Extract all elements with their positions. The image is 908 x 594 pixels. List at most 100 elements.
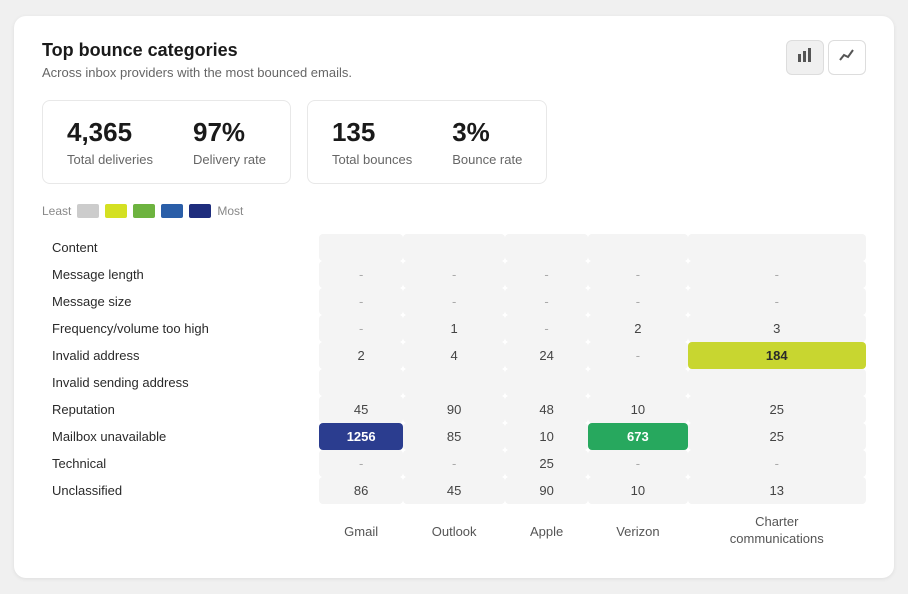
cell: - [588,288,687,315]
legend: Least Most [42,204,866,218]
legend-swatch-3 [133,204,155,218]
table-row: Frequency/volume too high - 1 - 2 3 [42,315,866,342]
footer-empty [42,504,319,554]
cell: 2 [588,315,687,342]
card-title: Top bounce categories [42,40,352,61]
table-row: Invalid sending address [42,369,866,396]
cell: - [319,261,403,288]
provider-charter: Chartercommunications [688,504,866,554]
cell: 90 [505,477,588,504]
cell: - [403,288,505,315]
chart-toggle-group [786,40,866,75]
cell: 2 [319,342,403,369]
table-footer-row: Gmail Outlook Apple Verizon Chartercommu… [42,504,866,554]
cell: 3 [688,315,866,342]
cell: - [319,288,403,315]
cell [319,234,403,261]
table-row: Invalid address 2 4 24 - 184 [42,342,866,369]
cell-invalid-address-charter: 184 [688,342,866,369]
row-label: Invalid address [42,342,319,369]
bar-chart-button[interactable] [786,40,824,75]
cell: - [505,315,588,342]
cell: - [688,261,866,288]
stat-box-right: 135 Total bounces 3% Bounce rate [307,100,547,184]
delivery-rate-value: 97% [193,117,266,148]
provider-apple: Apple [505,504,588,554]
cell: 25 [688,396,866,423]
cell: - [505,261,588,288]
row-label: Technical [42,450,319,477]
table-row: Technical - - 25 - - [42,450,866,477]
cell: 24 [505,342,588,369]
line-chart-button[interactable] [828,40,866,75]
stat-group-left: 4,365 Total deliveries 97% Delivery rate [67,117,266,167]
cell: 10 [505,423,588,450]
table-row: Mailbox unavailable 1256 85 10 673 25 [42,423,866,450]
cell: 13 [688,477,866,504]
cell [688,234,866,261]
row-label: Mailbox unavailable [42,423,319,450]
legend-most-label: Most [217,204,243,218]
cell [403,369,505,396]
cell: 25 [505,450,588,477]
row-label: Message size [42,288,319,315]
cell: 1 [403,315,505,342]
cell: 90 [403,396,505,423]
legend-swatch-4 [161,204,183,218]
cell [688,369,866,396]
stat-group-right: 135 Total bounces 3% Bounce rate [332,117,522,167]
total-bounces-stat: 135 Total bounces [332,117,412,167]
cell: - [319,450,403,477]
row-label: Frequency/volume too high [42,315,319,342]
table-row: Message size - - - - - [42,288,866,315]
table-row: Message length - - - - - [42,261,866,288]
bounce-rate-stat: 3% Bounce rate [452,117,522,167]
cell: - [688,450,866,477]
total-bounces-label: Total bounces [332,152,412,167]
bounce-table-container: Content Message length - - - - - [42,234,866,554]
cell [588,369,687,396]
cell: 86 [319,477,403,504]
total-bounces-value: 135 [332,117,412,148]
main-card: Top bounce categories Across inbox provi… [14,16,894,578]
bounce-table: Content Message length - - - - - [42,234,866,554]
table-row: Unclassified 86 45 90 10 13 [42,477,866,504]
cell: - [403,261,505,288]
cell: 4 [403,342,505,369]
legend-least-label: Least [42,204,71,218]
row-label: Reputation [42,396,319,423]
row-label: Invalid sending address [42,369,319,396]
cell-mailbox-verizon: 673 [588,423,687,450]
card-subtitle: Across inbox providers with the most bou… [42,65,352,80]
legend-swatch-5 [189,204,211,218]
provider-gmail: Gmail [319,504,403,554]
cell: - [588,342,687,369]
cell: 10 [588,396,687,423]
stats-row: 4,365 Total deliveries 97% Delivery rate… [42,100,866,184]
cell: 25 [688,423,866,450]
total-deliveries-stat: 4,365 Total deliveries [67,117,153,167]
row-label: Content [42,234,319,261]
cell: - [505,288,588,315]
cell [403,234,505,261]
cell: - [403,450,505,477]
cell [505,234,588,261]
header-text: Top bounce categories Across inbox provi… [42,40,352,80]
card-header: Top bounce categories Across inbox provi… [42,40,866,80]
cell [505,369,588,396]
delivery-rate-label: Delivery rate [193,152,266,167]
delivery-rate-stat: 97% Delivery rate [193,117,266,167]
provider-verizon: Verizon [588,504,687,554]
row-label: Unclassified [42,477,319,504]
cell: - [688,288,866,315]
cell: - [319,315,403,342]
cell: 45 [403,477,505,504]
cell: 85 [403,423,505,450]
row-label: Message length [42,261,319,288]
cell: - [588,450,687,477]
legend-swatch-1 [77,204,99,218]
cell-mailbox-gmail: 1256 [319,423,403,450]
total-deliveries-value: 4,365 [67,117,153,148]
bounce-rate-value: 3% [452,117,522,148]
bounce-rate-label: Bounce rate [452,152,522,167]
